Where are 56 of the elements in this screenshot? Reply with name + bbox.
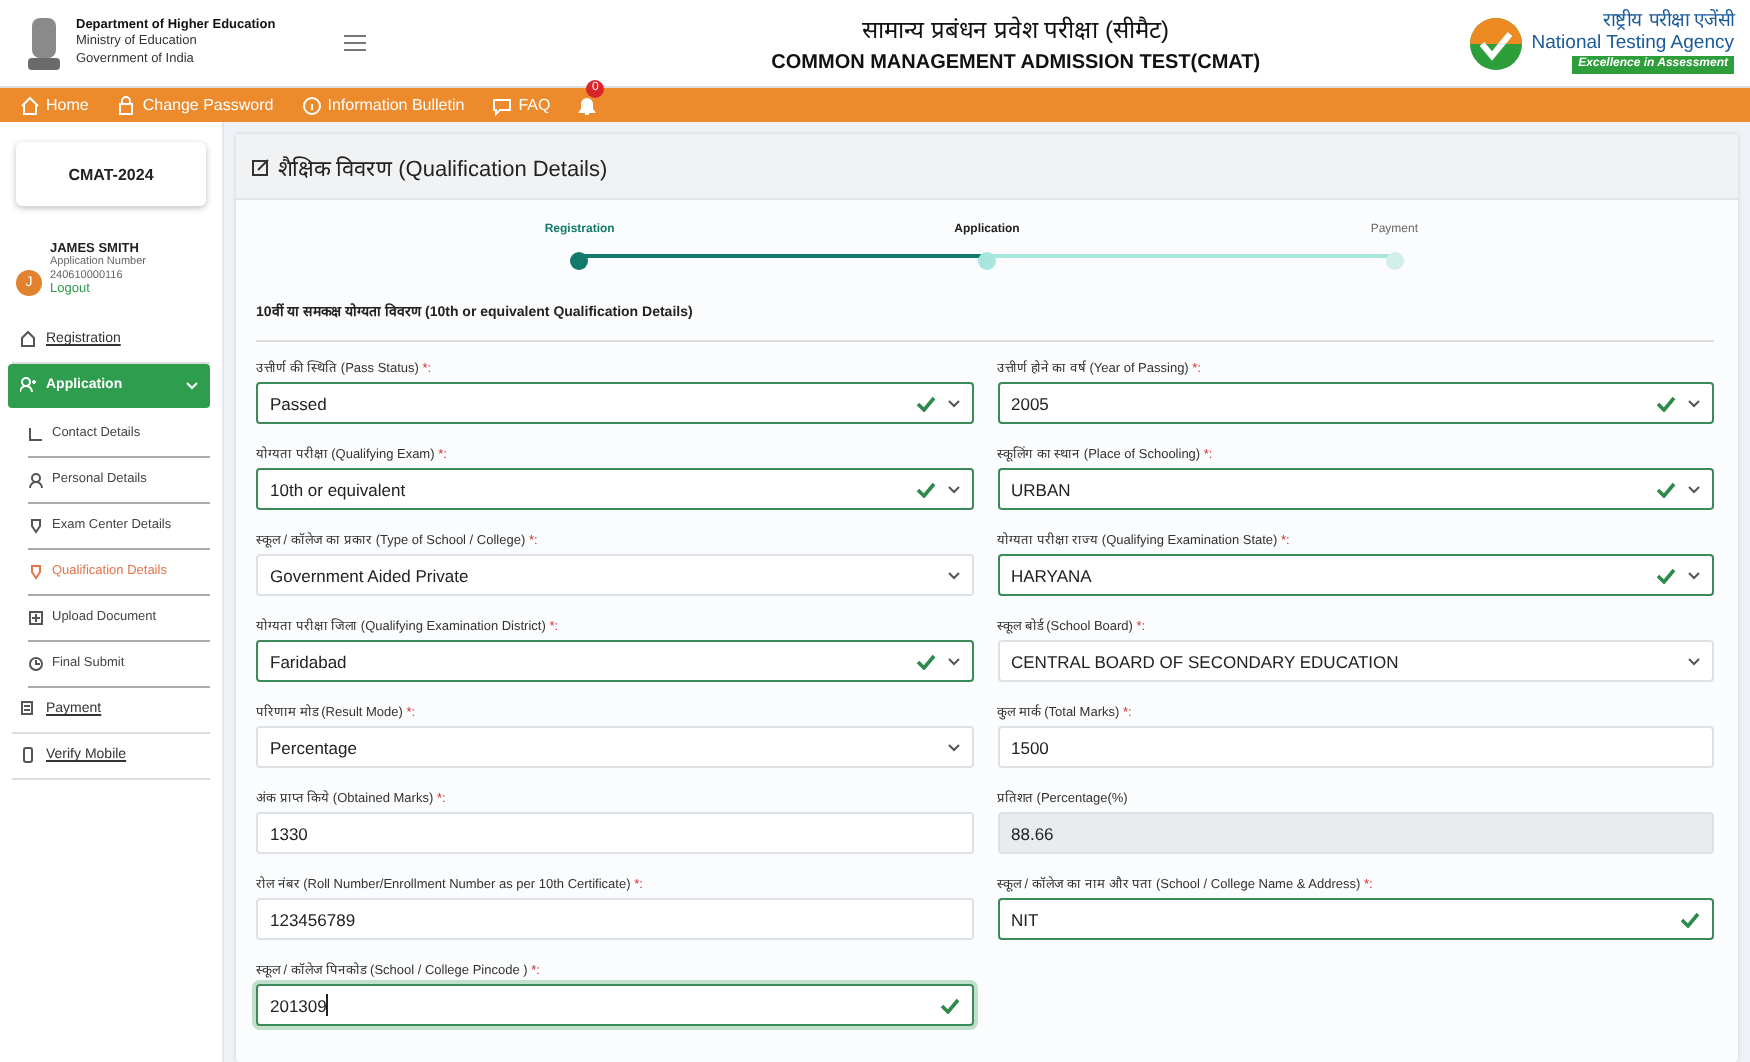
chevron-down-icon: [947, 657, 959, 665]
text-cursor: [326, 994, 329, 1016]
chevron-down-icon: [1688, 485, 1700, 493]
select-field[interactable]: Government Aided Private: [256, 554, 973, 596]
edit-icon: [252, 157, 270, 175]
chevron-down-icon: [1688, 657, 1700, 665]
bell-icon[interactable]: [578, 95, 597, 115]
lock-icon: [116, 95, 137, 115]
select-field[interactable]: Percentage: [256, 726, 973, 768]
check-icon: [1656, 567, 1676, 583]
input-field[interactable]: 123456789: [256, 898, 973, 940]
clock-icon: [28, 655, 44, 672]
select-field[interactable]: Faridabad: [256, 640, 973, 682]
home-icon: [20, 95, 40, 115]
input-field[interactable]: 1330: [256, 812, 973, 854]
home-icon: [20, 330, 36, 349]
agency-name-hindi: राष्ट्रीय परीक्षा एजेंसी: [1603, 12, 1734, 34]
person-icon: [28, 471, 44, 488]
check-icon: [915, 653, 935, 669]
select-field[interactable]: CENTRAL BOARD OF SECONDARY EDUCATION: [997, 640, 1714, 682]
agency-name: National Testing Agency: [1531, 33, 1734, 55]
document-icon: [20, 700, 36, 719]
chevron-down-icon: [947, 485, 959, 493]
exam-title: COMMON MANAGEMENT ADMISSION TEST(CMAT): [771, 52, 1261, 74]
chat-icon: [492, 95, 513, 115]
input-field[interactable]: 201309: [256, 984, 973, 1026]
chevron-icon: [186, 381, 198, 390]
chevron-down-icon: [947, 571, 959, 579]
check-icon: [915, 395, 935, 411]
check-circle-logo-icon: [1467, 15, 1524, 71]
info-icon: [301, 95, 322, 115]
check-icon: [1656, 481, 1676, 497]
chevron-down-icon: [947, 399, 959, 407]
select-field[interactable]: 2005: [997, 382, 1714, 424]
select-field[interactable]: HARYANA: [997, 554, 1714, 596]
menu-icon[interactable]: [343, 34, 366, 52]
check-icon: [1656, 395, 1676, 411]
select-field[interactable]: URBAN: [997, 468, 1714, 510]
check-icon: [915, 481, 935, 497]
check-icon: [1680, 911, 1700, 927]
check-icon: [939, 997, 959, 1013]
pin-icon: [28, 563, 44, 580]
upload-icon: [28, 609, 44, 626]
chevron-down-icon: [947, 743, 959, 751]
select-field[interactable]: Passed: [256, 382, 973, 424]
page-title: शैक्षिक विवरण (Qualification Details): [278, 154, 608, 181]
user-icon: [20, 376, 36, 395]
emblem-icon: [24, 13, 64, 73]
select-field[interactable]: 10th or equivalent: [256, 468, 973, 510]
input-field[interactable]: 1500: [997, 726, 1714, 768]
exam-card: CMAT-2024: [16, 142, 206, 206]
chevron-down-icon: [1688, 571, 1700, 579]
input-field[interactable]: NIT: [997, 898, 1714, 940]
exam-title-hindi: सामान्य प्रबंधन प्रवेश परीक्षा (सीमैट): [862, 14, 1170, 46]
chevron-down-icon: [1688, 399, 1700, 407]
pin-icon: [28, 517, 44, 534]
